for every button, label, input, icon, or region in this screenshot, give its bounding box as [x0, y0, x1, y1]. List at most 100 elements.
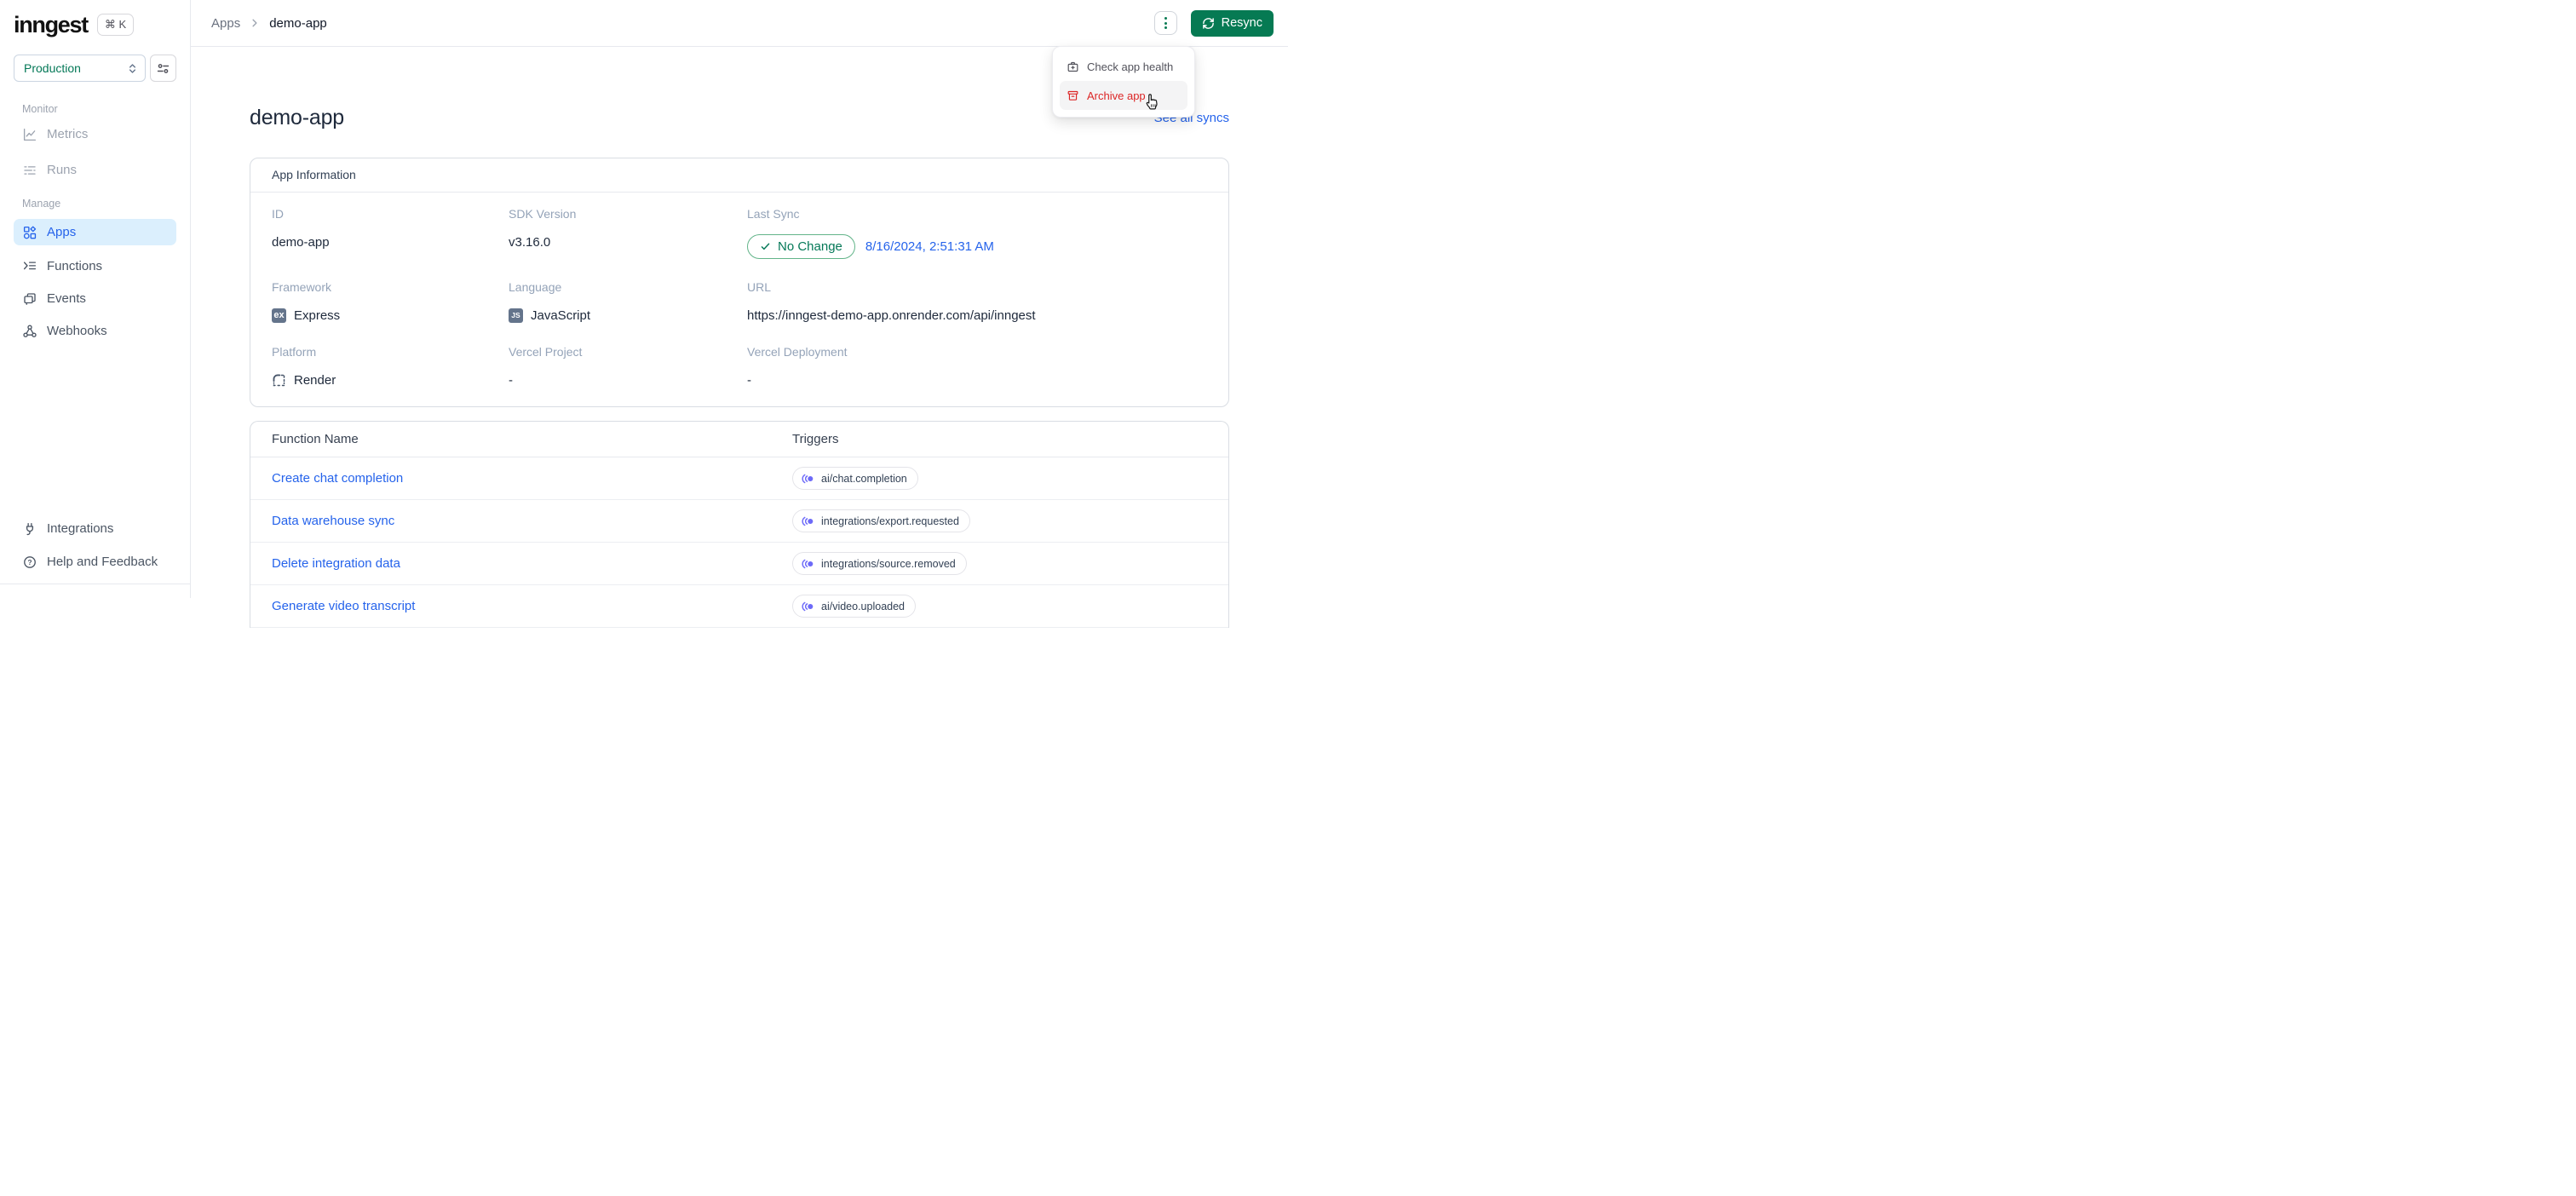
field-value: Render [294, 373, 336, 388]
sidebar-item-label: Help and Feedback [47, 555, 158, 569]
field-label: Vercel Deployment [747, 345, 848, 359]
runs-icon [22, 163, 37, 178]
field-value: - [509, 373, 513, 388]
sidebar-footer-divider [0, 584, 190, 598]
page-title: demo-app [250, 105, 344, 129]
field-label: Language [509, 280, 562, 294]
sidebar-item-label: Metrics [47, 127, 89, 141]
trigger-name: ai/chat.completion [821, 472, 907, 485]
field-label: Vercel Project [509, 345, 583, 359]
functions-table: Function Name Triggers Create chat compl… [250, 421, 1229, 628]
event-pulse-icon [802, 515, 814, 527]
environment-selector[interactable]: Production [14, 55, 146, 82]
sliders-icon [156, 61, 170, 76]
menu-item-archive-app[interactable]: Archive app [1060, 81, 1187, 110]
events-icon [22, 291, 37, 307]
sidebar-item-metrics[interactable]: Metrics [14, 122, 176, 147]
table-row: Create chat completion ai/chat.completio… [250, 457, 1228, 500]
sidebar-item-webhooks[interactable]: Webhooks [14, 319, 176, 343]
resync-icon [1202, 17, 1215, 30]
function-link[interactable]: Generate video transcript [272, 599, 415, 613]
sidebar-item-runs[interactable]: Runs [14, 158, 176, 182]
field-value: demo-app [272, 235, 330, 250]
table-row: Data warehouse sync integrations/export.… [250, 500, 1228, 543]
trigger-name: integrations/export.requested [821, 515, 959, 527]
field-value: JavaScript [531, 308, 591, 323]
sidebar-item-events[interactable]: Events [14, 286, 176, 311]
health-kit-icon [1067, 60, 1079, 73]
javascript-icon: JS [509, 308, 523, 323]
field-label: Framework [272, 280, 332, 294]
function-link[interactable]: Delete integration data [272, 556, 400, 571]
command-k-shortcut[interactable]: ⌘ K [96, 14, 135, 36]
render-icon [272, 373, 286, 388]
field-last-sync: Last Sync No Change 8/16/2024, 2:51:31 A… [747, 207, 1207, 259]
function-link[interactable]: Create chat completion [272, 471, 403, 486]
resync-label: Resync [1221, 16, 1262, 30]
field-sdk-version: SDK Version v3.16.0 [509, 207, 747, 259]
plug-icon [22, 521, 37, 537]
archive-icon [1067, 89, 1079, 102]
app-actions-menu-button[interactable] [1153, 11, 1177, 35]
breadcrumb: Apps demo-app [211, 16, 327, 31]
sidebar-item-functions[interactable]: Functions [14, 254, 176, 279]
no-change-badge: No Change [747, 234, 855, 259]
function-link[interactable]: Data warehouse sync [272, 514, 394, 528]
menu-item-label: Archive app [1087, 89, 1146, 102]
menu-item-check-app-health[interactable]: Check app health [1060, 54, 1187, 79]
app-actions-dropdown: Check app health Archive app [1052, 46, 1195, 118]
help-icon: ? [22, 555, 37, 570]
resync-button[interactable]: Resync [1190, 9, 1274, 37]
env-filter-button[interactable] [149, 55, 176, 82]
kebab-icon [1164, 17, 1167, 29]
trigger-pill: ai/chat.completion [792, 467, 918, 490]
chevron-updown-icon [127, 63, 138, 74]
table-row: Generate video transcript ai/video.uploa… [250, 585, 1228, 628]
sidebar-item-label: Functions [47, 259, 103, 273]
column-triggers: Triggers [792, 432, 839, 446]
webhook-icon [22, 324, 37, 339]
app-information-title: App Information [250, 158, 1228, 193]
sidebar-item-label: Events [47, 291, 86, 306]
last-sync-date-link[interactable]: 8/16/2024, 2:51:31 AM [865, 239, 994, 255]
sidebar-item-help[interactable]: ? Help and Feedback [14, 549, 176, 574]
field-label: Last Sync [747, 207, 800, 221]
trigger-pill: integrations/export.requested [792, 509, 970, 532]
functions-icon [22, 259, 37, 274]
field-value: https://inngest-demo-app.onrender.com/ap… [747, 308, 1036, 323]
app-information-card: App Information ID demo-app SDK Version … [250, 158, 1229, 407]
sidebar: inngest ⌘ K Production Monitor Metrics R… [0, 0, 191, 598]
sidebar-item-label: Integrations [47, 521, 114, 536]
event-pulse-icon [802, 601, 814, 612]
metrics-icon [22, 127, 37, 142]
field-label: ID [272, 207, 284, 221]
sidebar-item-apps[interactable]: Apps [14, 219, 176, 245]
field-language: Language JS JavaScript [509, 280, 747, 324]
field-vercel-project: Vercel Project - [509, 345, 747, 388]
field-vercel-deployment: Vercel Deployment - [747, 345, 1207, 388]
topbar: Apps demo-app Resync [191, 0, 1288, 47]
field-label: Platform [272, 345, 317, 359]
column-function-name: Function Name [272, 432, 359, 446]
field-framework: Framework ex Express [272, 280, 509, 324]
field-id: ID demo-app [272, 207, 509, 259]
no-change-label: No Change [778, 239, 842, 254]
environment-value: Production [24, 61, 81, 75]
field-value: v3.16.0 [509, 235, 551, 250]
check-icon [760, 241, 771, 252]
field-label: URL [747, 280, 772, 294]
express-icon: ex [272, 308, 286, 323]
breadcrumb-apps[interactable]: Apps [211, 16, 240, 31]
trigger-pill: ai/video.uploaded [792, 595, 916, 618]
breadcrumb-current: demo-app [269, 15, 327, 31]
breadcrumb-chevron-icon [250, 18, 260, 28]
event-pulse-icon [802, 473, 814, 485]
svg-text:?: ? [27, 559, 32, 566]
logo-row: inngest ⌘ K [14, 12, 176, 37]
section-label-manage: Manage [22, 198, 61, 210]
event-pulse-icon [802, 558, 814, 570]
apps-icon [22, 225, 37, 240]
sidebar-item-integrations[interactable]: Integrations [14, 516, 176, 541]
field-value: Express [294, 308, 341, 323]
sidebar-item-label: Apps [47, 225, 77, 239]
